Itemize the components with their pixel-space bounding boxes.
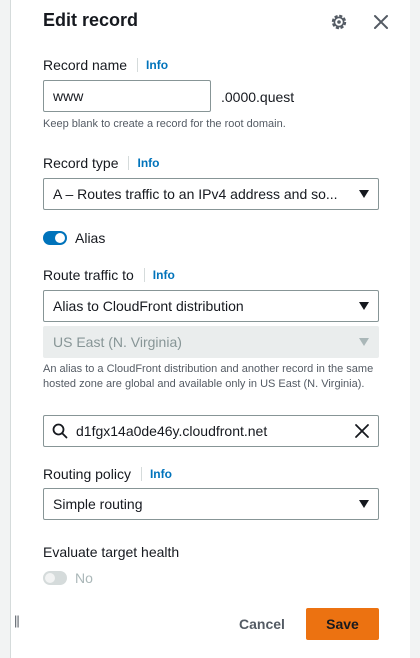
endpoint-value: Alias to CloudFront distribution xyxy=(53,298,244,314)
search-icon xyxy=(52,423,68,439)
caret-down-icon xyxy=(359,302,369,310)
route-traffic-label: Route traffic to xyxy=(43,267,134,283)
region-value: US East (N. Virginia) xyxy=(53,334,182,350)
distribution-value: d1fgx14a0de46y.cloudfront.net xyxy=(76,423,268,439)
record-type-label: Record type xyxy=(43,155,119,171)
alias-toggle[interactable] xyxy=(43,231,67,245)
caret-down-icon xyxy=(359,338,369,346)
routing-policy-label-row: Routing policy Info xyxy=(43,466,172,482)
evaluate-health-label-row: Evaluate target health xyxy=(43,544,179,560)
label-separator xyxy=(143,268,145,282)
label-separator xyxy=(128,156,130,170)
record-type-value: A – Routes traffic to an IPv4 address an… xyxy=(53,186,338,202)
panel-footer: Cancel Save xyxy=(11,608,411,640)
route-traffic-info-link[interactable]: Info xyxy=(153,268,175,282)
record-name-label-row: Record name Info xyxy=(43,57,168,73)
toggle-knob xyxy=(55,233,65,243)
routing-policy-label: Routing policy xyxy=(43,466,131,482)
endpoint-select[interactable]: Alias to CloudFront distribution xyxy=(43,290,379,322)
alias-toggle-row: Alias xyxy=(43,230,105,246)
close-icon[interactable] xyxy=(371,12,391,32)
record-type-select[interactable]: A – Routes traffic to an IPv4 address an… xyxy=(43,178,379,210)
caret-down-icon xyxy=(359,190,369,198)
record-type-label-row: Record type Info xyxy=(43,155,159,171)
distribution-search-input[interactable]: d1fgx14a0de46y.cloudfront.net xyxy=(43,415,379,447)
clear-icon[interactable] xyxy=(354,423,370,439)
alias-hint: An alias to a CloudFront distribution an… xyxy=(43,363,374,390)
alias-label: Alias xyxy=(75,230,106,246)
record-name-input[interactable] xyxy=(43,80,211,112)
evaluate-health-toggle-row: No xyxy=(43,570,93,586)
record-type-info-link[interactable]: Info xyxy=(137,156,159,170)
evaluate-health-toggle xyxy=(43,571,67,585)
evaluate-health-label: Evaluate target health xyxy=(43,544,180,560)
routing-policy-info-link[interactable]: Info xyxy=(150,467,172,481)
caret-down-icon xyxy=(359,500,369,508)
cancel-button[interactable]: Cancel xyxy=(231,608,293,640)
panel-title: Edit record xyxy=(43,10,139,30)
gear-icon[interactable] xyxy=(329,12,349,32)
record-name-hint: Keep blank to create a record for the ro… xyxy=(43,118,286,130)
label-separator xyxy=(140,467,142,481)
routing-policy-value: Simple routing xyxy=(53,496,143,512)
resize-handle[interactable]: || xyxy=(14,614,24,628)
evaluate-health-value: No xyxy=(75,570,93,586)
record-name-label: Record name xyxy=(43,57,128,73)
save-button[interactable]: Save xyxy=(306,608,379,640)
edit-record-panel: Edit record Record name Info .0000.quest… xyxy=(10,0,410,658)
domain-suffix: .0000.quest xyxy=(221,89,295,105)
route-traffic-label-row: Route traffic to Info xyxy=(43,267,175,283)
label-separator xyxy=(137,58,139,72)
routing-policy-select[interactable]: Simple routing xyxy=(43,488,379,520)
record-name-info-link[interactable]: Info xyxy=(146,58,168,72)
region-select: US East (N. Virginia) xyxy=(43,326,379,358)
toggle-knob xyxy=(45,573,55,583)
